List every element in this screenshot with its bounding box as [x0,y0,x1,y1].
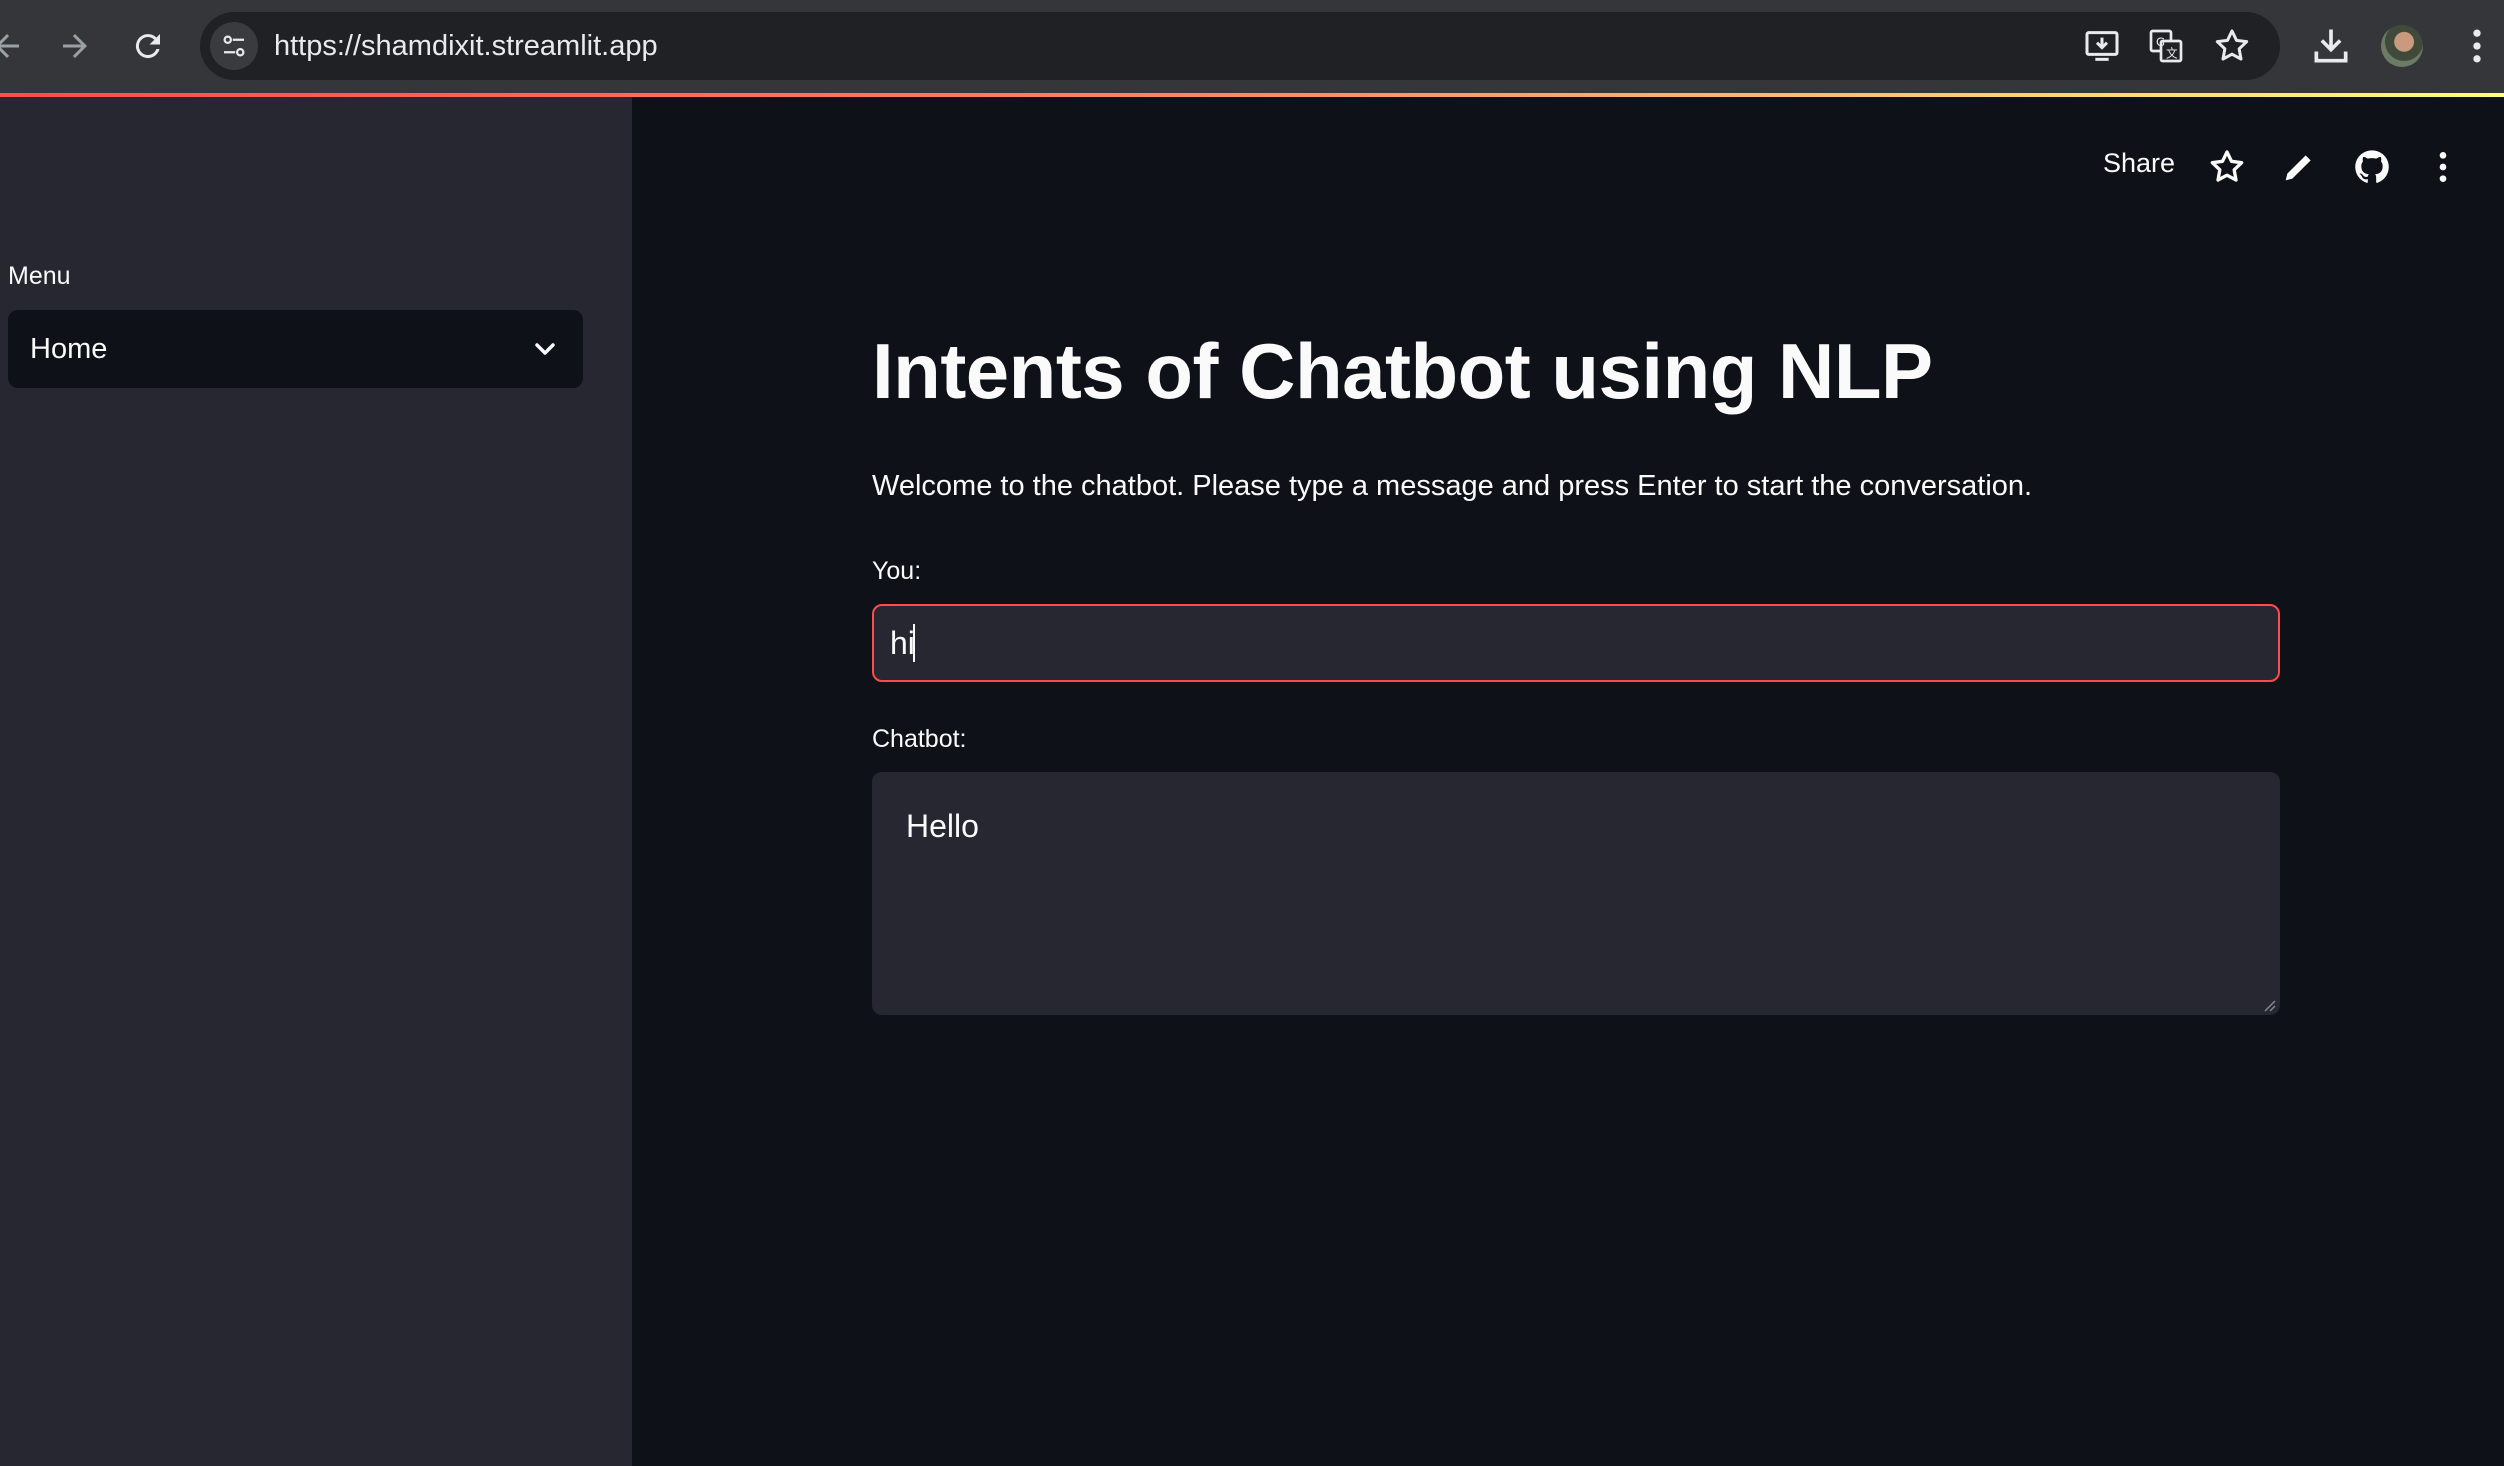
welcome-text: Welcome to the chatbot. Please type a me… [872,470,2033,502]
address-bar[interactable]: https://shamdixit.streamlit.app G文 [200,12,2280,80]
menu-select[interactable]: Home [8,310,583,388]
site-settings-icon[interactable] [210,22,258,70]
url-text[interactable]: https://shamdixit.streamlit.app [274,12,658,80]
svg-text:文: 文 [2166,47,2178,61]
install-app-icon[interactable] [2082,26,2122,66]
menu-label: Menu [8,262,71,290]
github-icon[interactable] [2352,147,2392,187]
menu-select-value: Home [30,333,108,365]
back-icon[interactable] [0,21,32,71]
edit-pencil-icon[interactable] [2279,147,2319,187]
star-icon[interactable] [2207,147,2247,187]
main-menu-icon[interactable] [2423,147,2463,187]
sidebar: Menu Home [0,97,632,1466]
forward-icon[interactable] [50,21,100,71]
resize-handle-icon[interactable] [2262,998,2276,1012]
profile-avatar[interactable] [2381,25,2423,67]
you-label: You: [872,557,922,585]
svg-text:G: G [2156,35,2165,49]
browser-menu-icon[interactable] [2455,24,2499,68]
chatbot-label: Chatbot: [872,725,967,753]
user-message-input[interactable] [872,604,2280,682]
downloads-icon[interactable] [2309,24,2353,68]
bookmark-star-icon[interactable] [2212,26,2252,66]
text-cursor [913,624,915,662]
page-title: Intents of Chatbot using NLP [872,327,1933,415]
chevron-down-icon[interactable] [529,333,561,365]
reload-icon[interactable] [123,21,173,71]
translate-icon[interactable]: G文 [2146,26,2186,66]
browser-toolbar: https://shamdixit.streamlit.app G文 [0,0,2504,93]
chatbot-response-area[interactable]: Hello [872,772,2280,1015]
share-button[interactable]: Share [2103,148,2175,179]
